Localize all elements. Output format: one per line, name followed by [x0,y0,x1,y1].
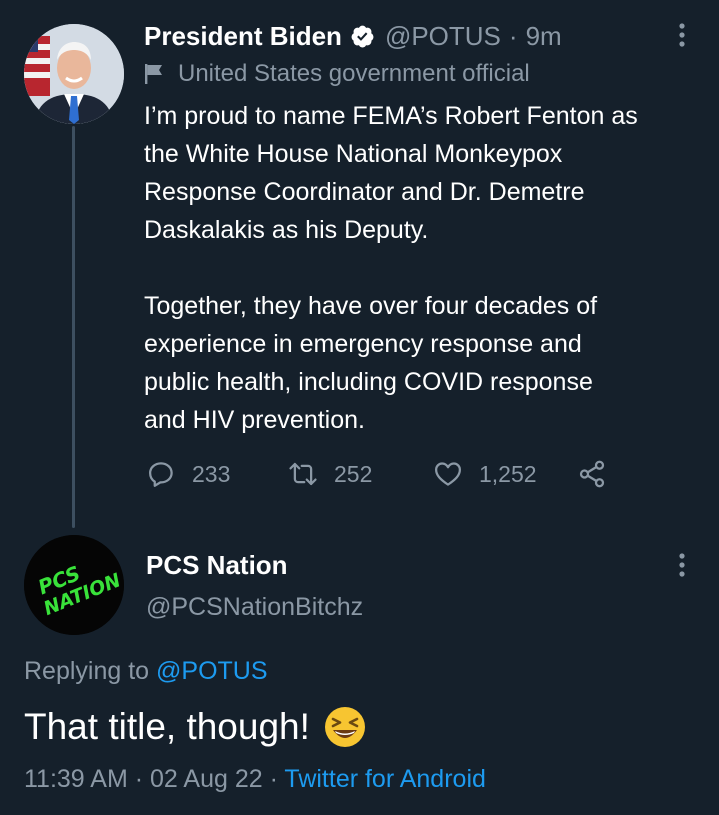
tweet-date[interactable]: 02 Aug 22 [150,765,263,793]
author-name-pcs[interactable]: PCS Nation [146,550,288,580]
tweet1-paragraph-2: Together, they have over four decades of… [144,292,598,434]
tweet-time[interactable]: 11:39 AM [24,765,128,793]
avatar-pcs-nation[interactable]: PCS NATION [24,535,124,635]
author-name[interactable]: President Biden [144,21,342,51]
government-label[interactable]: United States government official [144,58,530,90]
replying-to: Replying to @POTUS [24,654,268,688]
tweet1-header: President Biden @POTUS · 9m [144,20,562,52]
more-options-icon[interactable] [672,20,692,50]
reply-button[interactable]: 233 [146,459,288,489]
retweet-icon [289,462,317,486]
tweet1-paragraph-1: I’m proud to name FEMA’s Robert Fenton a… [144,102,638,244]
government-label-text: United States government official [178,60,530,87]
header-separator: · [508,20,518,51]
tweet1-action-bar: 233 252 1,252 [146,456,623,492]
like-count: 1,252 [479,460,537,487]
author-handle-pcs[interactable]: @PCSNationBitchz [146,590,363,624]
tweet-time-ago[interactable]: 9m [526,21,562,52]
like-button[interactable]: 1,252 [433,459,577,489]
share-icon [579,460,605,488]
more-options-icon[interactable] [672,550,692,580]
thread-connector-line [72,126,75,528]
tweet2-text: That title, though! [24,706,310,747]
tweet1-body: I’m proud to name FEMA’s Robert Fenton a… [144,97,704,439]
avatar-president-biden[interactable] [24,24,124,124]
author-handle[interactable]: @POTUS [385,21,501,52]
verified-badge-icon [351,25,374,47]
like-icon [435,462,461,486]
reply-count: 233 [192,460,231,487]
retweet-button[interactable]: 252 [288,459,433,489]
flag-icon [145,64,162,84]
share-button[interactable] [577,459,623,489]
tweet2-body: That title, though! [24,704,366,750]
meta-separator-1: · [134,765,144,793]
reply-icon [149,462,173,487]
tweet-metadata: 11:39 AM · 02 Aug 22 · Twitter for Andro… [24,762,486,796]
retweet-count: 252 [334,460,373,487]
meta-separator-2: · [269,765,278,793]
replying-to-prefix: Replying to [24,657,150,685]
replying-to-handle-link[interactable]: @POTUS [156,657,268,685]
tweet-source-link[interactable]: Twitter for Android [284,765,485,793]
laughing-emoji [324,707,365,747]
